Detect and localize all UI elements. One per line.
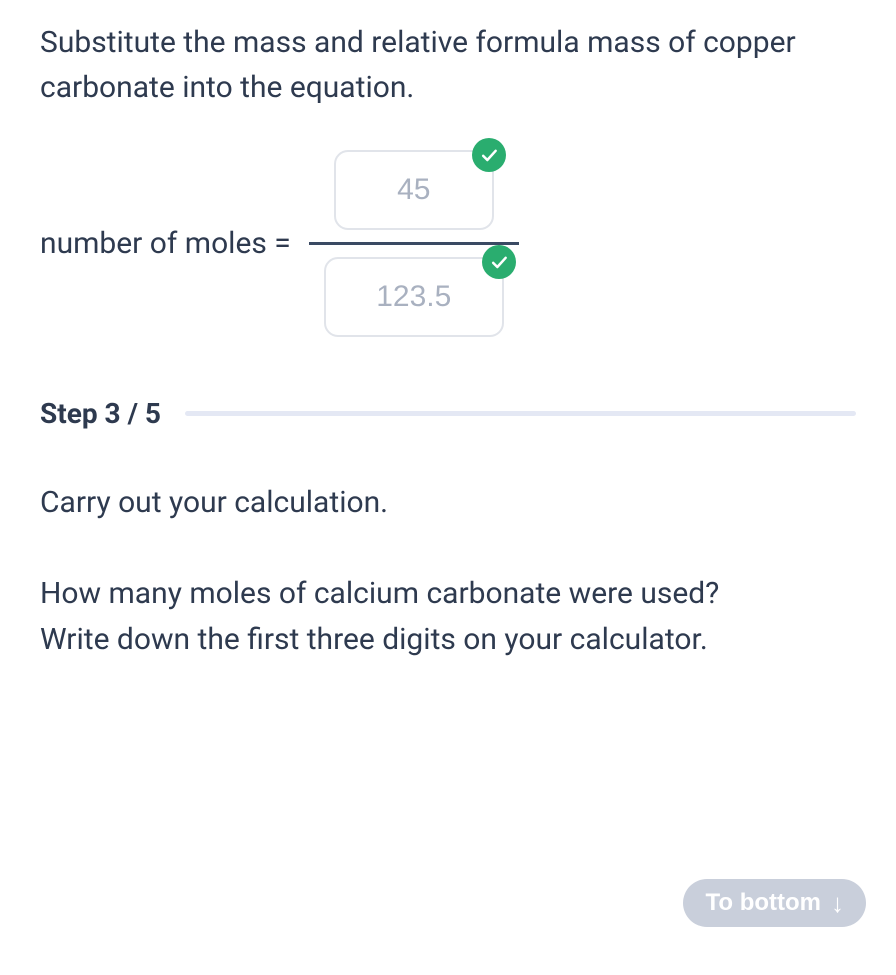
equation-row: number of moles = [40, 150, 856, 337]
numerator-wrap [334, 150, 494, 230]
step-label: Step 3 / 5 [40, 397, 161, 430]
arrow-down-icon: ↓ [831, 890, 844, 916]
denominator-wrap [324, 257, 504, 337]
to-bottom-label: To bottom [705, 889, 821, 917]
step2-instruction: Substitute the mass and relative formula… [40, 20, 856, 110]
step3-question: How many moles of calcium carbonate were… [40, 571, 856, 664]
denominator-input[interactable] [324, 257, 504, 337]
fraction [309, 150, 519, 337]
step3-body: Carry out your calculation. How many mol… [40, 480, 856, 664]
lesson-content: Substitute the mass and relative formula… [0, 0, 896, 664]
to-bottom-button[interactable]: To bottom ↓ [683, 879, 866, 927]
fraction-bar [309, 242, 519, 245]
numerator-input[interactable] [334, 150, 494, 230]
check-icon [472, 138, 506, 172]
step-divider [185, 411, 856, 416]
equation-label: number of moles = [40, 226, 291, 261]
step3-line1: Carry out your calculation. [40, 480, 856, 527]
check-icon [482, 245, 516, 279]
step3-line3: Write down the first three digits on you… [40, 622, 708, 657]
step-header: Step 3 / 5 [40, 397, 856, 430]
step3-line2: How many moles of calcium carbonate were… [40, 576, 719, 611]
